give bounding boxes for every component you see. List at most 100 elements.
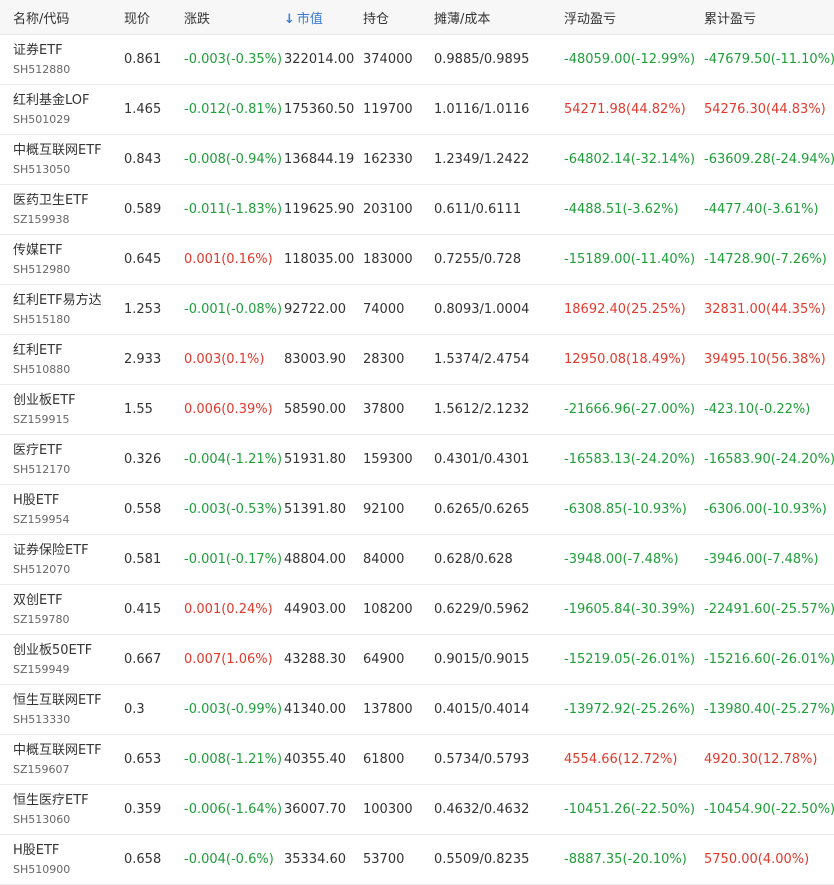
- row-name-code[interactable]: 证券ETF SH512880: [0, 42, 124, 78]
- current-price: 0.326: [124, 452, 162, 467]
- fund-code: SH512070: [13, 562, 71, 576]
- price-change: -0.003(-0.35%): [184, 52, 283, 67]
- row-name-code[interactable]: 红利基金LOF SH501029: [0, 92, 124, 128]
- price-change: -0.001(-0.17%): [184, 552, 283, 567]
- float-pnl: -6308.85(-10.93%): [564, 502, 687, 517]
- cost-basis: 1.0116/1.0116: [434, 102, 530, 117]
- fund-name: 证券ETF: [13, 42, 63, 58]
- position-qty: 37800: [363, 402, 405, 417]
- row-name-code[interactable]: 恒生医疗ETF SH513060: [0, 792, 124, 828]
- position-qty: 64900: [363, 652, 405, 667]
- fund-code: SZ159780: [13, 612, 70, 626]
- cum-pnl: -423.10(-0.22%): [704, 402, 811, 417]
- row-name-code[interactable]: 证券保险ETF SH512070: [0, 542, 124, 578]
- table-row[interactable]: 双创ETF SZ159780 0.415 0.001(0.24%) 44903.00 10…: [0, 585, 834, 635]
- cum-pnl: 32831.00(44.35%): [704, 302, 826, 317]
- cost-basis: 0.611/0.6111: [434, 202, 522, 217]
- fund-name: 传媒ETF: [13, 242, 63, 258]
- table-body: 证券ETF SH512880 0.861 -0.003(-0.35%) 322014.0…: [0, 35, 834, 885]
- header-name-code[interactable]: 名称/代码: [0, 8, 124, 27]
- row-name-code[interactable]: 传媒ETF SH512980: [0, 242, 124, 278]
- price-change: -0.004(-1.21%): [184, 452, 283, 467]
- row-name-code[interactable]: H股ETF SZ159954: [0, 492, 124, 528]
- row-name-code[interactable]: 医药卫生ETF SZ159938: [0, 192, 124, 228]
- market-value: 44903.00: [284, 602, 347, 617]
- table-row[interactable]: 医疗ETF SH512170 0.326 -0.004(-1.21%) 51931.80…: [0, 435, 834, 485]
- table-row[interactable]: 恒生医疗ETF SH513060 0.359 -0.006(-1.64%) 36007.…: [0, 785, 834, 835]
- fund-code: SH513330: [13, 712, 71, 726]
- current-price: 0.861: [124, 52, 162, 67]
- cost-basis: 1.2349/1.2422: [434, 152, 530, 167]
- market-value: 175360.50: [284, 102, 355, 117]
- table-row[interactable]: 传媒ETF SH512980 0.645 0.001(0.16%) 118035.00 1…: [0, 235, 834, 285]
- position-qty: 28300: [363, 352, 405, 367]
- cum-pnl: -10454.90(-22.50%): [704, 802, 834, 817]
- fund-code: SZ159607: [13, 762, 70, 776]
- table-row[interactable]: 中概互联网ETF SH513050 0.843 -0.008(-0.94%) 13684…: [0, 135, 834, 185]
- cum-pnl: -4477.40(-3.61%): [704, 202, 819, 217]
- position-qty: 374000: [363, 52, 413, 67]
- row-name-code[interactable]: 红利ETF易方达 SH515180: [0, 292, 124, 328]
- cum-pnl: 54276.30(44.83%): [704, 102, 826, 117]
- row-name-code[interactable]: 医疗ETF SH512170: [0, 442, 124, 478]
- header-cost[interactable]: 摊薄/成本: [434, 8, 564, 27]
- current-price: 0.359: [124, 802, 162, 817]
- header-float-pnl[interactable]: 浮动盈亏: [564, 8, 704, 27]
- header-price[interactable]: 现价: [124, 8, 184, 27]
- market-value: 51391.80: [284, 502, 347, 517]
- row-name-code[interactable]: 红利ETF SH510880: [0, 342, 124, 378]
- fund-name: 证券保险ETF: [13, 542, 89, 558]
- row-name-code[interactable]: 中概互联网ETF SH513050: [0, 142, 124, 178]
- float-pnl: -19605.84(-30.39%): [564, 602, 696, 617]
- holdings-table: 名称/代码 现价 涨跌 ↓ 市值 持仓 摊薄/成本 浮动盈亏 累计盈亏 证券ETF…: [0, 0, 834, 885]
- cum-pnl: -16583.90(-24.20%): [704, 452, 834, 467]
- row-name-code[interactable]: 双创ETF SZ159780: [0, 592, 124, 628]
- cost-basis: 0.6229/0.5962: [434, 602, 530, 617]
- price-change: -0.006(-1.64%): [184, 802, 283, 817]
- header-change[interactable]: 涨跌: [184, 8, 284, 27]
- table-row[interactable]: 红利基金LOF SH501029 1.465 -0.012(-0.81%) 175360…: [0, 85, 834, 135]
- table-row[interactable]: 红利ETF SH510880 2.933 0.003(0.1%) 83003.90 283…: [0, 335, 834, 385]
- market-value: 48804.00: [284, 552, 347, 567]
- table-row[interactable]: 恒生互联网ETF SH513330 0.3 -0.003(-0.99%) 41340.0…: [0, 685, 834, 735]
- table-row[interactable]: 中概互联网ETF SZ159607 0.653 -0.008(-1.21%) 40355…: [0, 735, 834, 785]
- position-qty: 183000: [363, 252, 413, 267]
- current-price: 1.55: [124, 402, 153, 417]
- table-row[interactable]: H股ETF SZ159954 0.558 -0.003(-0.53%) 51391.80…: [0, 485, 834, 535]
- float-pnl: -48059.00(-12.99%): [564, 52, 696, 67]
- row-name-code[interactable]: 创业板50ETF SZ159949: [0, 642, 124, 678]
- float-pnl: -10451.26(-22.50%): [564, 802, 696, 817]
- fund-name: 创业板ETF: [13, 392, 76, 408]
- row-name-code[interactable]: 创业板ETF SZ159915: [0, 392, 124, 428]
- row-name-code[interactable]: 恒生互联网ETF SH513330: [0, 692, 124, 728]
- table-row[interactable]: 创业板ETF SZ159915 1.55 0.006(0.39%) 58590.00 37…: [0, 385, 834, 435]
- header-position[interactable]: 持仓: [363, 8, 434, 27]
- market-value: 41340.00: [284, 702, 347, 717]
- float-pnl: 18692.40(25.25%): [564, 302, 686, 317]
- cost-basis: 0.5509/0.8235: [434, 852, 530, 867]
- cum-pnl: -63609.28(-24.94%): [704, 152, 834, 167]
- table-row[interactable]: 红利ETF易方达 SH515180 1.253 -0.001(-0.08%) 92722…: [0, 285, 834, 335]
- table-row[interactable]: 证券ETF SH512880 0.861 -0.003(-0.35%) 322014.0…: [0, 35, 834, 85]
- cum-pnl: -15216.60(-26.01%): [704, 652, 834, 667]
- cost-basis: 0.7255/0.728: [434, 252, 522, 267]
- float-pnl: 54271.98(44.82%): [564, 102, 686, 117]
- fund-code: SH512170: [13, 462, 71, 476]
- table-row[interactable]: 证券保险ETF SH512070 0.581 -0.001(-0.17%) 48804.…: [0, 535, 834, 585]
- position-qty: 119700: [363, 102, 413, 117]
- header-market-value[interactable]: ↓ 市值: [284, 8, 363, 27]
- row-name-code[interactable]: 中概互联网ETF SZ159607: [0, 742, 124, 778]
- table-row[interactable]: 医药卫生ETF SZ159938 0.589 -0.011(-1.83%) 119625…: [0, 185, 834, 235]
- header-cum-pnl[interactable]: 累计盈亏: [704, 8, 834, 27]
- sort-desc-icon: ↓: [284, 11, 295, 27]
- row-name-code[interactable]: H股ETF SH510900: [0, 842, 124, 878]
- table-row[interactable]: 创业板50ETF SZ159949 0.667 0.007(1.06%) 43288.3…: [0, 635, 834, 685]
- market-value: 136844.19: [284, 152, 355, 167]
- current-price: 0.3: [124, 702, 145, 717]
- fund-code: SH501029: [13, 112, 71, 126]
- market-value: 119625.90: [284, 202, 355, 217]
- float-pnl: -3948.00(-7.48%): [564, 552, 679, 567]
- float-pnl: -21666.96(-27.00%): [564, 402, 696, 417]
- table-row[interactable]: H股ETF SH510900 0.658 -0.004(-0.6%) 35334.60 5…: [0, 835, 834, 885]
- price-change: -0.001(-0.08%): [184, 302, 283, 317]
